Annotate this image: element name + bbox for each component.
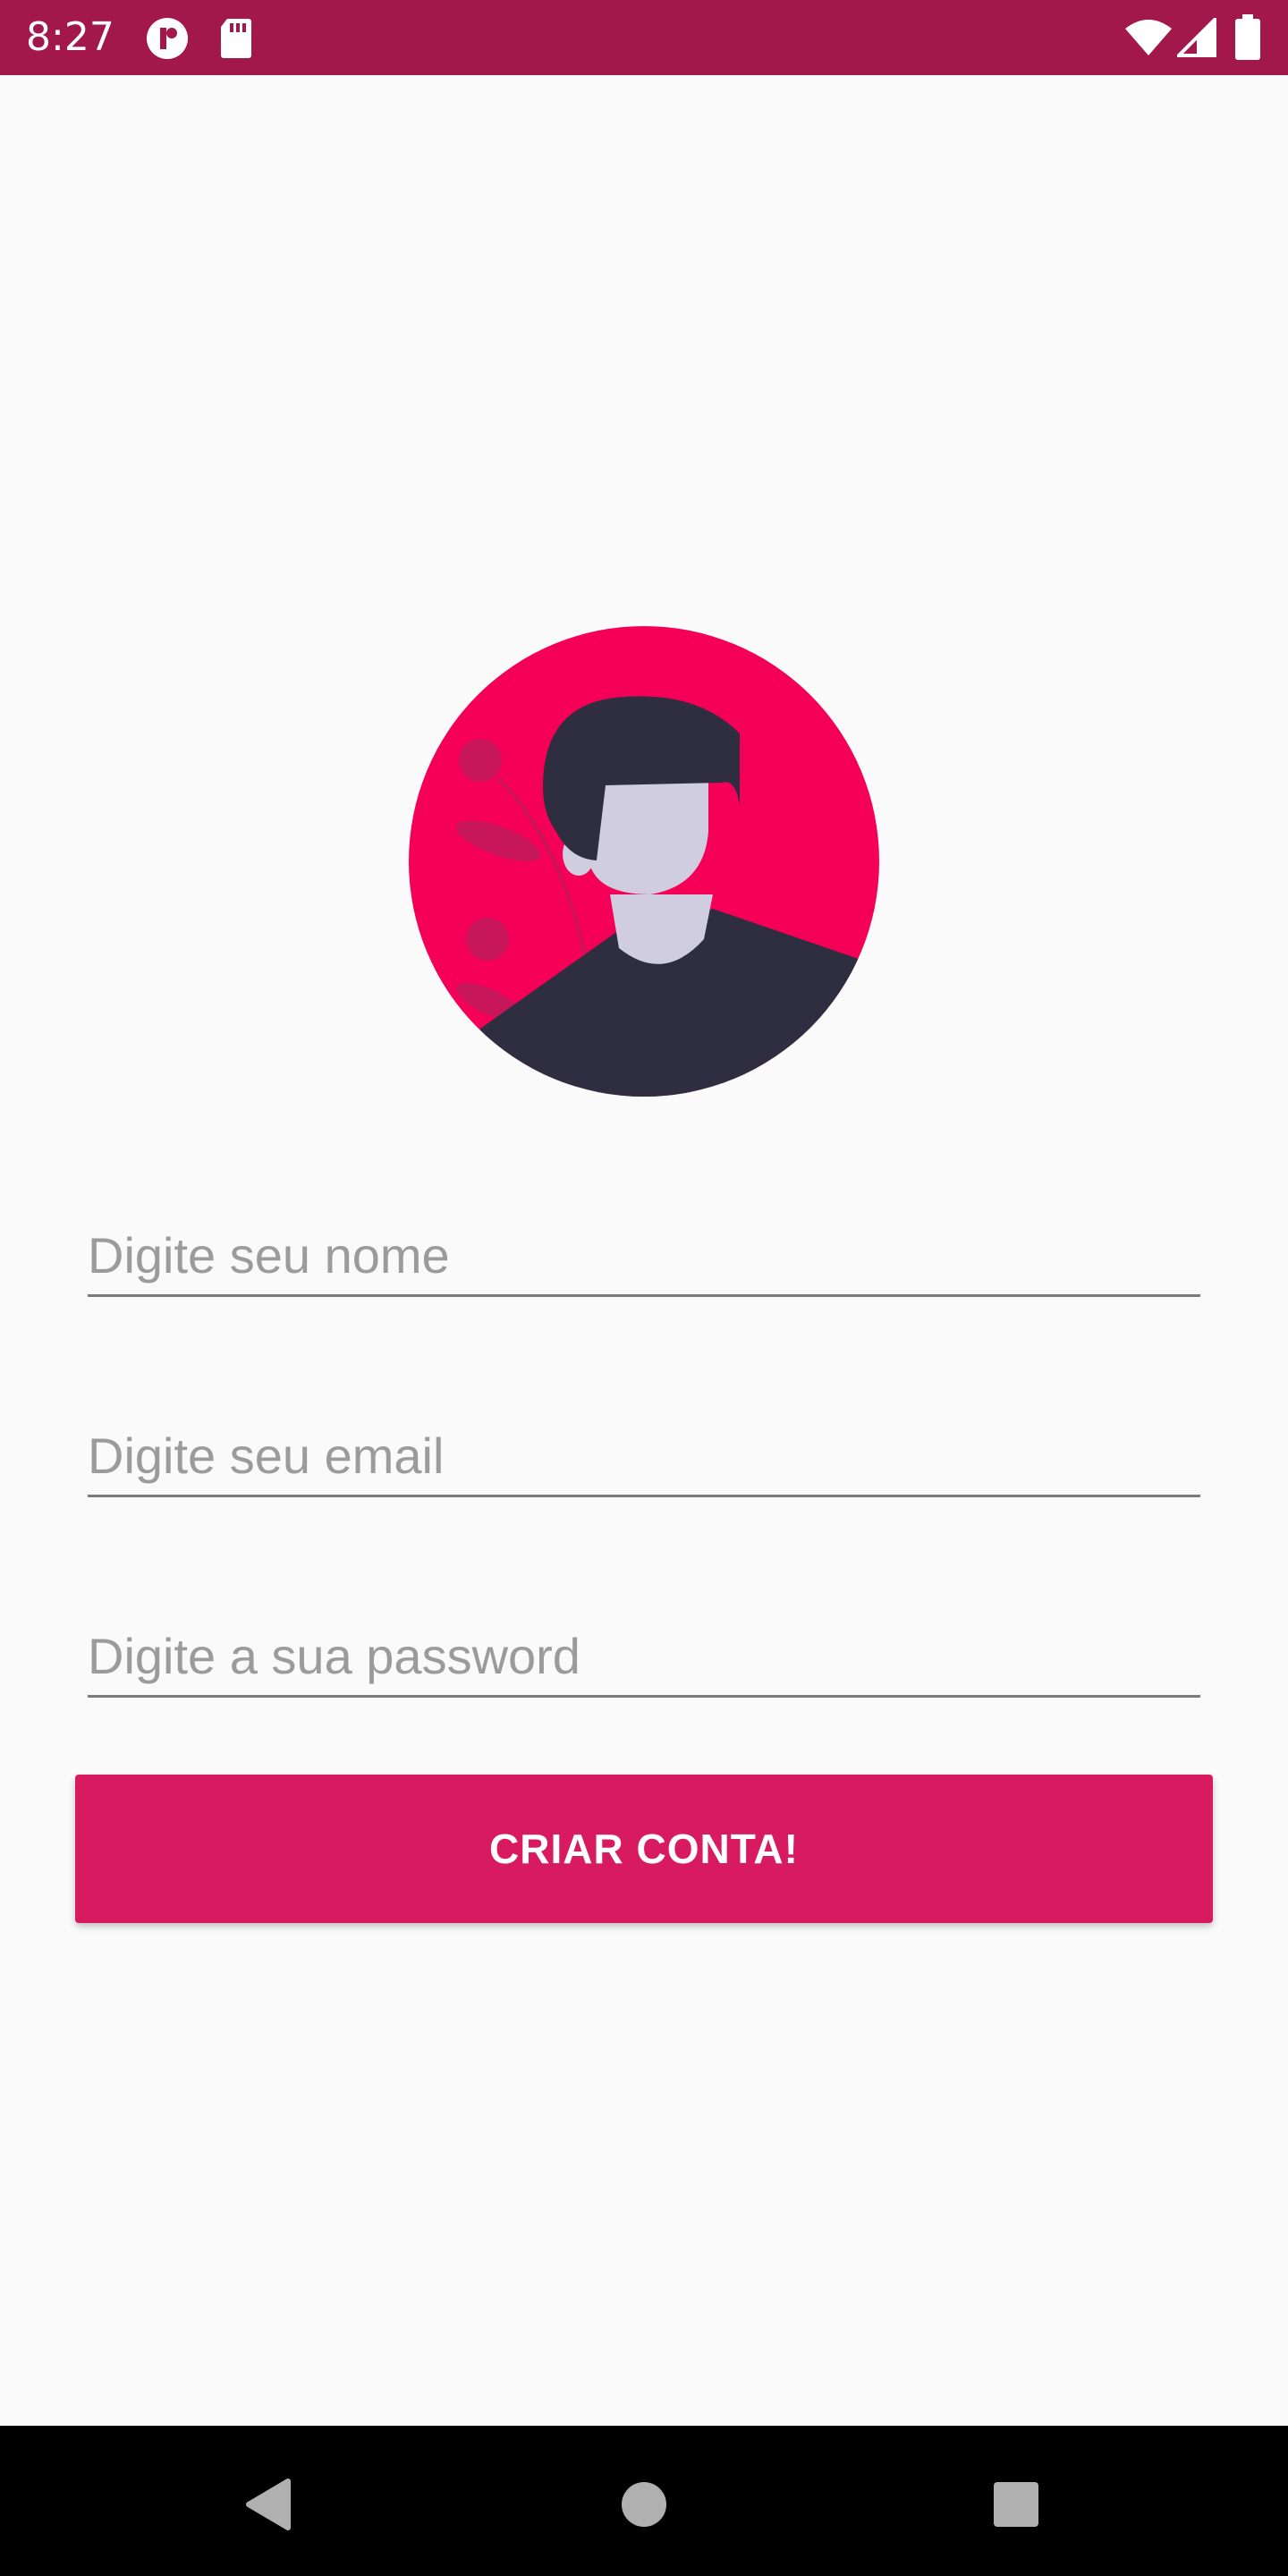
- signup-screen: 8:27 Digite seu nome Digite seu email CR…: [0, 0, 1288, 2576]
- home-icon[interactable]: [608, 2469, 680, 2540]
- avatar: [409, 626, 879, 1097]
- email-field-container: [88, 1399, 1200, 1497]
- email-input[interactable]: [88, 1399, 1200, 1497]
- notification-app-icon: [145, 16, 190, 64]
- battery-icon: [1234, 14, 1261, 64]
- recents-icon[interactable]: [980, 2469, 1052, 2540]
- back-icon[interactable]: [233, 2469, 304, 2540]
- create-account-button[interactable]: CRIAR CONTA!: [75, 1775, 1213, 1923]
- name-input[interactable]: [88, 1199, 1200, 1297]
- status-bar: 8:27: [0, 0, 1288, 75]
- password-field-container: [88, 1599, 1200, 1698]
- sd-card-icon: [218, 16, 254, 64]
- cell-signal-icon: [1174, 15, 1216, 61]
- wifi-icon: [1123, 18, 1174, 61]
- navigation-bar: [0, 2426, 1288, 2576]
- name-field-container: [88, 1199, 1200, 1297]
- password-input[interactable]: [88, 1599, 1200, 1698]
- status-time: 8:27: [26, 14, 114, 60]
